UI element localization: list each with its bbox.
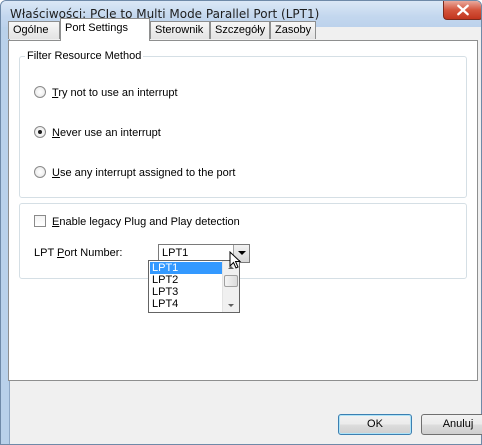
scroll-down-button[interactable] <box>223 299 239 312</box>
scroll-thumb[interactable] <box>224 275 238 287</box>
tab-label: Sterownik <box>155 24 204 36</box>
close-button[interactable] <box>443 1 481 20</box>
checkbox-label: Enable legacy Plug and Play detection <box>52 216 240 228</box>
filter-resource-group: Filter Resource Method Try not to use an… <box>19 50 467 198</box>
dropdown-option-lpt2[interactable]: LPT2 <box>150 274 222 286</box>
lpt-port-label: LPT Port Number: <box>34 247 123 259</box>
radio-label: Try not to use an interrupt <box>52 87 178 99</box>
legacy-group: Enable legacy Plug and Play detection LP… <box>19 203 467 279</box>
dropdown-option-lpt4[interactable]: LPT4 <box>150 298 222 310</box>
tab-label: Zasoby <box>275 24 312 36</box>
tab-label: Port Settings <box>65 22 128 34</box>
tab-sterownik[interactable]: Sterownik <box>150 21 210 39</box>
window-title: Właściwości: PCIe to Multi Mode Parallel… <box>10 7 320 21</box>
combo-value: LPT1 <box>162 247 189 259</box>
radio-never-interrupt[interactable]: Never use an interrupt <box>34 126 161 139</box>
tab-label: Ogólne <box>13 24 49 36</box>
mouse-cursor-icon <box>229 251 242 269</box>
tab-szczegoly[interactable]: Szczegóły <box>210 21 270 39</box>
radio-checked-icon[interactable] <box>34 126 46 138</box>
legacy-pnp-checkbox[interactable]: Enable legacy Plug and Play detection <box>34 215 240 228</box>
radio-try-not-interrupt[interactable]: Try not to use an interrupt <box>34 86 178 99</box>
scroll-down-icon <box>228 304 234 307</box>
filter-resource-legend: Filter Resource Method <box>25 50 144 62</box>
tab-zasoby[interactable]: Zasoby <box>270 21 316 39</box>
tab-port-settings[interactable]: Port Settings <box>60 18 150 41</box>
checkbox-icon[interactable] <box>34 215 46 227</box>
radio-label: Use any interrupt assigned to the port <box>52 167 236 179</box>
radio-label: Never use an interrupt <box>52 127 161 139</box>
cancel-button[interactable]: Anuluj <box>421 414 482 435</box>
port-settings-panel: Filter Resource Method Try not to use an… <box>8 40 478 381</box>
tab-label: Szczegóły <box>215 24 266 36</box>
ok-button[interactable]: OK <box>338 414 412 435</box>
dropdown-option-lpt1[interactable]: LPT1 <box>150 262 222 274</box>
dropdown-option-lpt3[interactable]: LPT3 <box>150 286 222 298</box>
lpt-port-dropdown-list: LPT1 LPT2 LPT3 LPT4 <box>148 260 240 313</box>
radio-icon[interactable] <box>34 166 46 178</box>
radio-icon[interactable] <box>34 86 46 98</box>
radio-any-interrupt[interactable]: Use any interrupt assigned to the port <box>34 166 235 179</box>
tab-ogolne[interactable]: Ogólne <box>8 21 60 39</box>
close-icon <box>457 4 469 16</box>
